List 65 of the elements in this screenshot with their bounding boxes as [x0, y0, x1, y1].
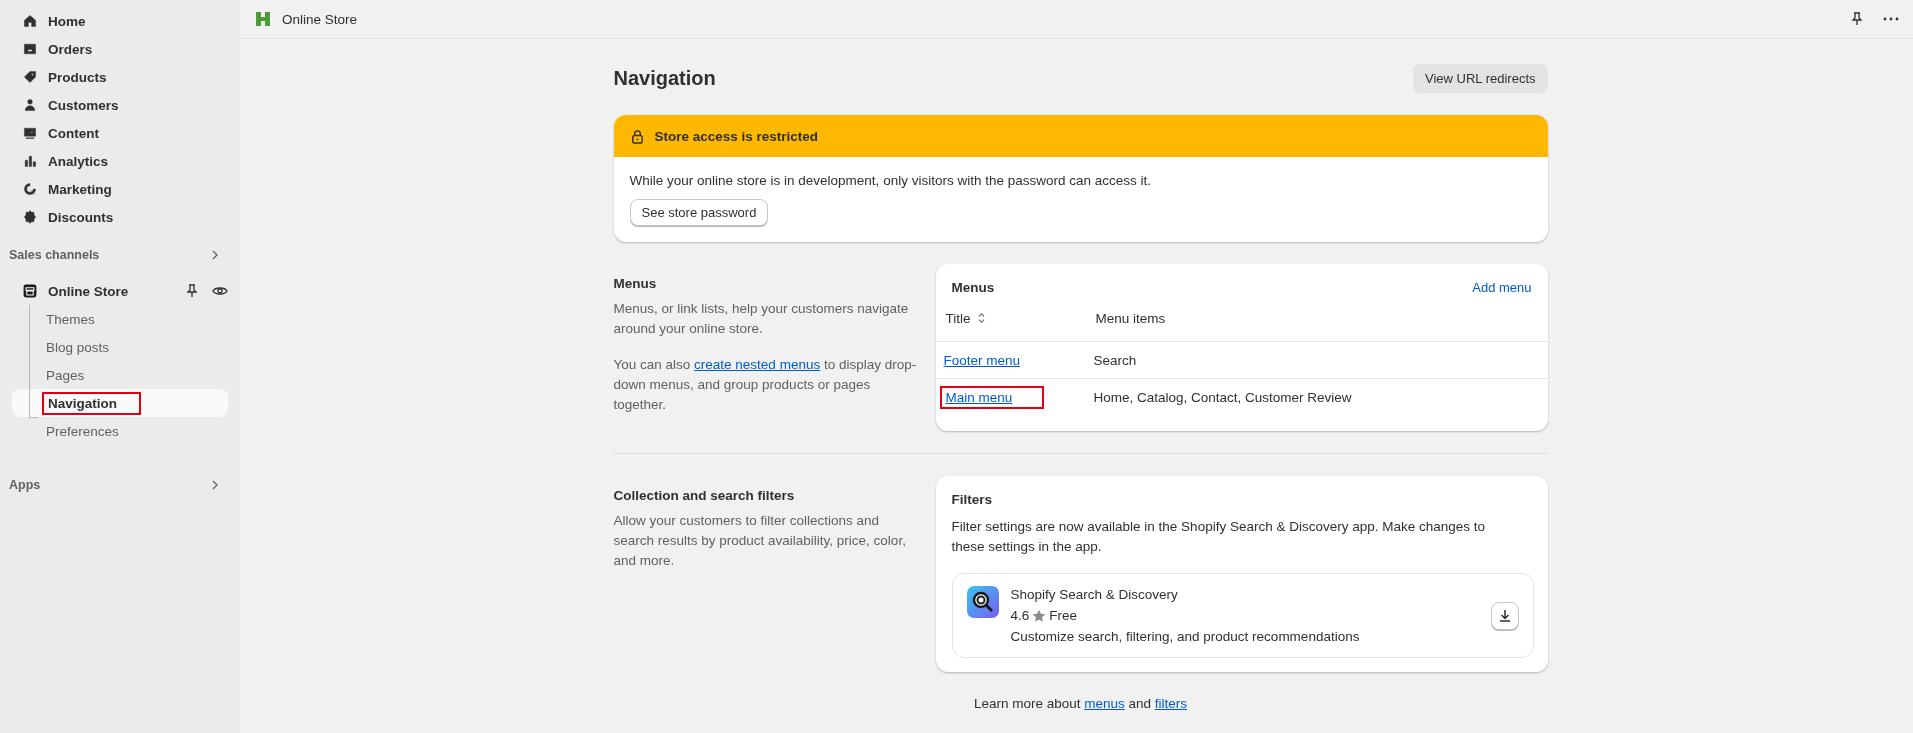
sidebar-subitem[interactable]: Preferences	[12, 417, 228, 445]
apps-heading[interactable]: Apps	[0, 473, 240, 497]
sidebar-item-icon	[22, 153, 38, 169]
app-price: Free	[1049, 607, 1078, 624]
sidebar-subitem[interactable]: Pages	[12, 361, 228, 389]
sidebar-item-icon	[22, 97, 38, 113]
banner-text: While your online store is in development, only visitors with the password can access it.	[629, 172, 1152, 190]
menus-link[interactable]: menus	[1084, 696, 1125, 711]
page-title: Navigation	[613, 66, 716, 90]
app-icon	[966, 586, 999, 618]
sidebar-item[interactable]: Analytics	[0, 147, 240, 175]
sidebar-subitem[interactable]: Navigation	[12, 389, 228, 417]
section-description: Allow your customers to filter collections and search results by product availability, price, color, and more.	[613, 512, 907, 570]
store-icon	[22, 283, 38, 299]
download-button[interactable]	[1490, 601, 1519, 630]
section-heading: Collection and search filters	[613, 488, 796, 503]
column-header[interactable]: Title	[945, 310, 971, 326]
chevron-right-icon	[210, 250, 220, 260]
star-icon	[1032, 608, 1047, 623]
sales-channels-heading[interactable]: Sales channels	[0, 243, 240, 267]
sidebar-item-icon	[22, 41, 38, 57]
sidebar-item[interactable]: Marketing	[0, 175, 240, 203]
pin-icon[interactable]	[184, 283, 200, 299]
app-rating: 4.6	[1010, 607, 1030, 624]
sidebar-item[interactable]: Products	[0, 63, 240, 91]
table-cell: Search	[1093, 352, 1137, 368]
lock-icon	[629, 128, 645, 144]
see-store-password-button[interactable]: See store password	[629, 199, 769, 226]
sidebar-item-icon	[22, 69, 38, 85]
sort-icon[interactable]	[976, 312, 986, 324]
banner-title: Store access is restricted	[654, 128, 819, 144]
create-nested-menus-link[interactable]: create nested menus	[694, 357, 821, 372]
sidebar-item[interactable]: Online Store	[0, 277, 129, 305]
sidebar-item[interactable]: Discounts	[0, 203, 240, 231]
add-menu-link[interactable]: Add menu	[1472, 280, 1532, 295]
section-description: Menus, or link lists, help your customers navigate around your online store.	[613, 300, 910, 338]
view-url-redirects-button[interactable]: View URL redirects	[1412, 63, 1548, 93]
card-text: Filter settings are now available in the Shopify Search & Discovery app. Make changes to these settings in the app.	[951, 518, 1487, 556]
chevron-right-icon	[210, 480, 220, 490]
app-card[interactable]: Shopify Search & Discovery 4.6 Free Customize search, filtering, and product recommendations	[951, 573, 1534, 658]
sidebar-item-icon	[22, 125, 38, 141]
sidebar-item-icon	[22, 13, 38, 29]
sidebar-item-icon	[22, 209, 38, 225]
sidebar-subitem[interactable]: Blog posts	[12, 333, 228, 361]
section-heading: Menus	[613, 276, 658, 291]
section-description: You can also create nested menus to display drop-down menus, and group products or pages together.	[613, 356, 918, 414]
more-icon[interactable]	[1883, 17, 1899, 21]
menu-title-link[interactable]: Footer menu	[943, 352, 1021, 368]
store-logo-icon	[253, 9, 273, 29]
sidebar-item[interactable]: Customers	[0, 91, 240, 119]
app-name[interactable]: Shopify Search & Discovery	[1010, 586, 1479, 603]
card-title: Filters	[951, 492, 993, 507]
app-description: Customize search, filtering, and product recommendations	[1010, 628, 1361, 645]
filters-link[interactable]: filters	[1154, 696, 1188, 711]
sidebar-item[interactable]: Content	[0, 119, 240, 147]
footer-text: Learn more about menus and filters	[972, 696, 1189, 711]
sidebar-item[interactable]: Orders	[0, 35, 240, 63]
sidebar-subitem[interactable]: Themes	[12, 305, 228, 333]
card-title: Menus	[951, 280, 995, 295]
table-cell: Home, Catalog, Contact, Customer Review	[1093, 389, 1352, 405]
sidebar-item[interactable]: Home	[0, 7, 240, 35]
pin-icon[interactable]	[1849, 11, 1865, 27]
sidebar-item-icon	[22, 181, 38, 197]
top-bar-title: Online Store	[282, 11, 358, 27]
column-header: Menu items	[1095, 310, 1166, 326]
